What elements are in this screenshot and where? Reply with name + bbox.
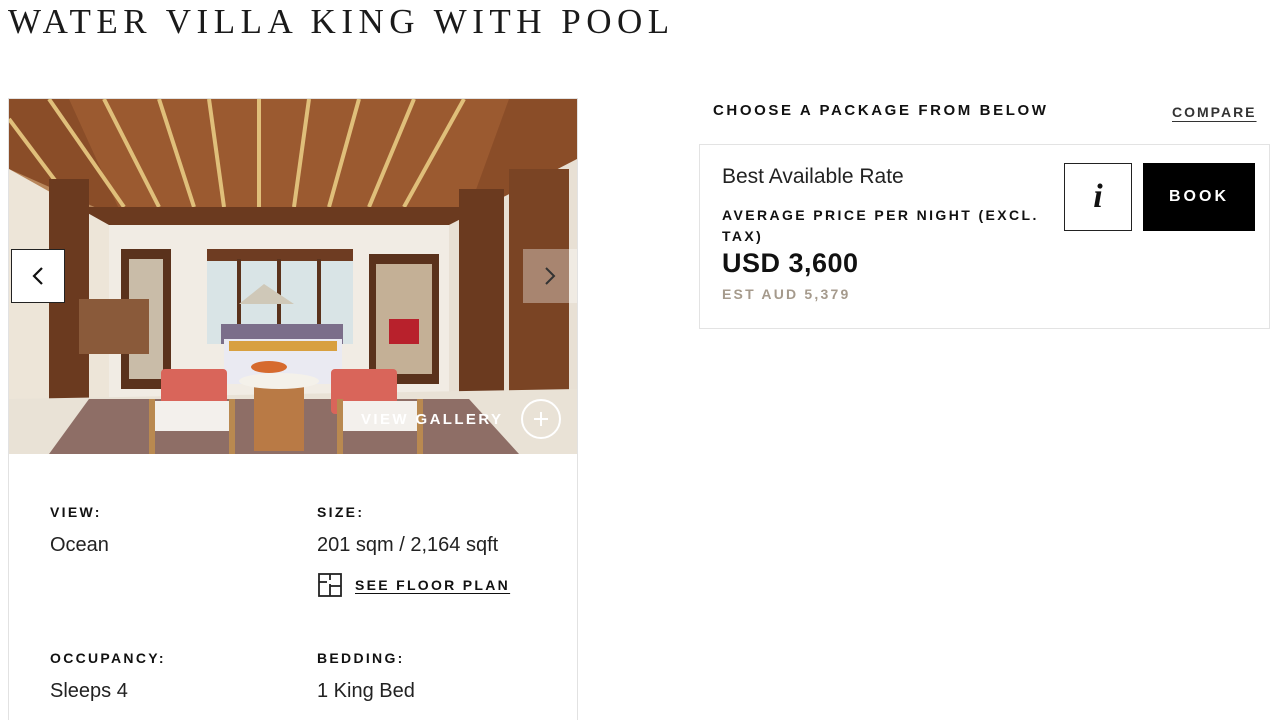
bedding-value: 1 King Bed: [317, 680, 415, 702]
spec-occupancy: OCCUPANCY: Sleeps 4: [50, 650, 166, 703]
average-price-label: AVERAGE PRICE PER NIGHT (EXCL. TAX): [722, 207, 1039, 244]
bedding-label: BEDDING:: [317, 650, 405, 666]
room-photo[interactable]: VIEW GALLERY: [9, 99, 577, 454]
occupancy-label: OCCUPANCY:: [50, 650, 166, 666]
price-value: USD 3,600: [722, 248, 859, 278]
chevron-left-icon: [32, 267, 43, 285]
info-icon: i: [1093, 178, 1103, 215]
gallery-prev-button[interactable]: [11, 249, 65, 303]
rate-card: Best Available Rate AVERAGE PRICE PER NI…: [699, 144, 1270, 329]
see-floor-plan-label: SEE FLOOR PLAN: [355, 577, 511, 593]
chevron-right-icon: [545, 267, 556, 285]
room-title: WATER VILLA KING WITH POOL: [8, 2, 675, 41]
compare-link[interactable]: COMPARE: [1172, 104, 1257, 120]
book-button[interactable]: BOOK: [1143, 163, 1255, 231]
see-floor-plan-link[interactable]: SEE FLOOR PLAN: [317, 572, 510, 598]
spec-view: VIEW: Ocean: [50, 504, 109, 557]
estimated-price: EST AUD 5,379: [722, 286, 851, 302]
spec-size: SIZE: 201 sqm / 2,164 sqft: [317, 504, 498, 557]
view-gallery-label: VIEW GALLERY: [361, 410, 504, 428]
choose-package-heading: CHOOSE A PACKAGE FROM BELOW: [713, 102, 1049, 119]
rate-info-button[interactable]: i: [1064, 163, 1132, 231]
view-value: Ocean: [50, 534, 109, 556]
occupancy-value: Sleeps 4: [50, 680, 128, 702]
gallery-next-button[interactable]: [523, 249, 577, 303]
spec-bedding: BEDDING: 1 King Bed: [317, 650, 415, 703]
room-card: VIEW GALLERY VIEW: Ocean SIZE: 201 sqm /…: [8, 98, 578, 720]
view-gallery-button[interactable]: VIEW GALLERY: [361, 399, 562, 439]
size-value: 201 sqm / 2,164 sqft: [317, 534, 499, 556]
rate-name: Best Available Rate: [722, 165, 904, 188]
view-label: VIEW:: [50, 504, 102, 520]
plus-icon: [521, 399, 562, 439]
floor-plan-icon: [318, 573, 342, 597]
size-label: SIZE:: [317, 504, 365, 520]
